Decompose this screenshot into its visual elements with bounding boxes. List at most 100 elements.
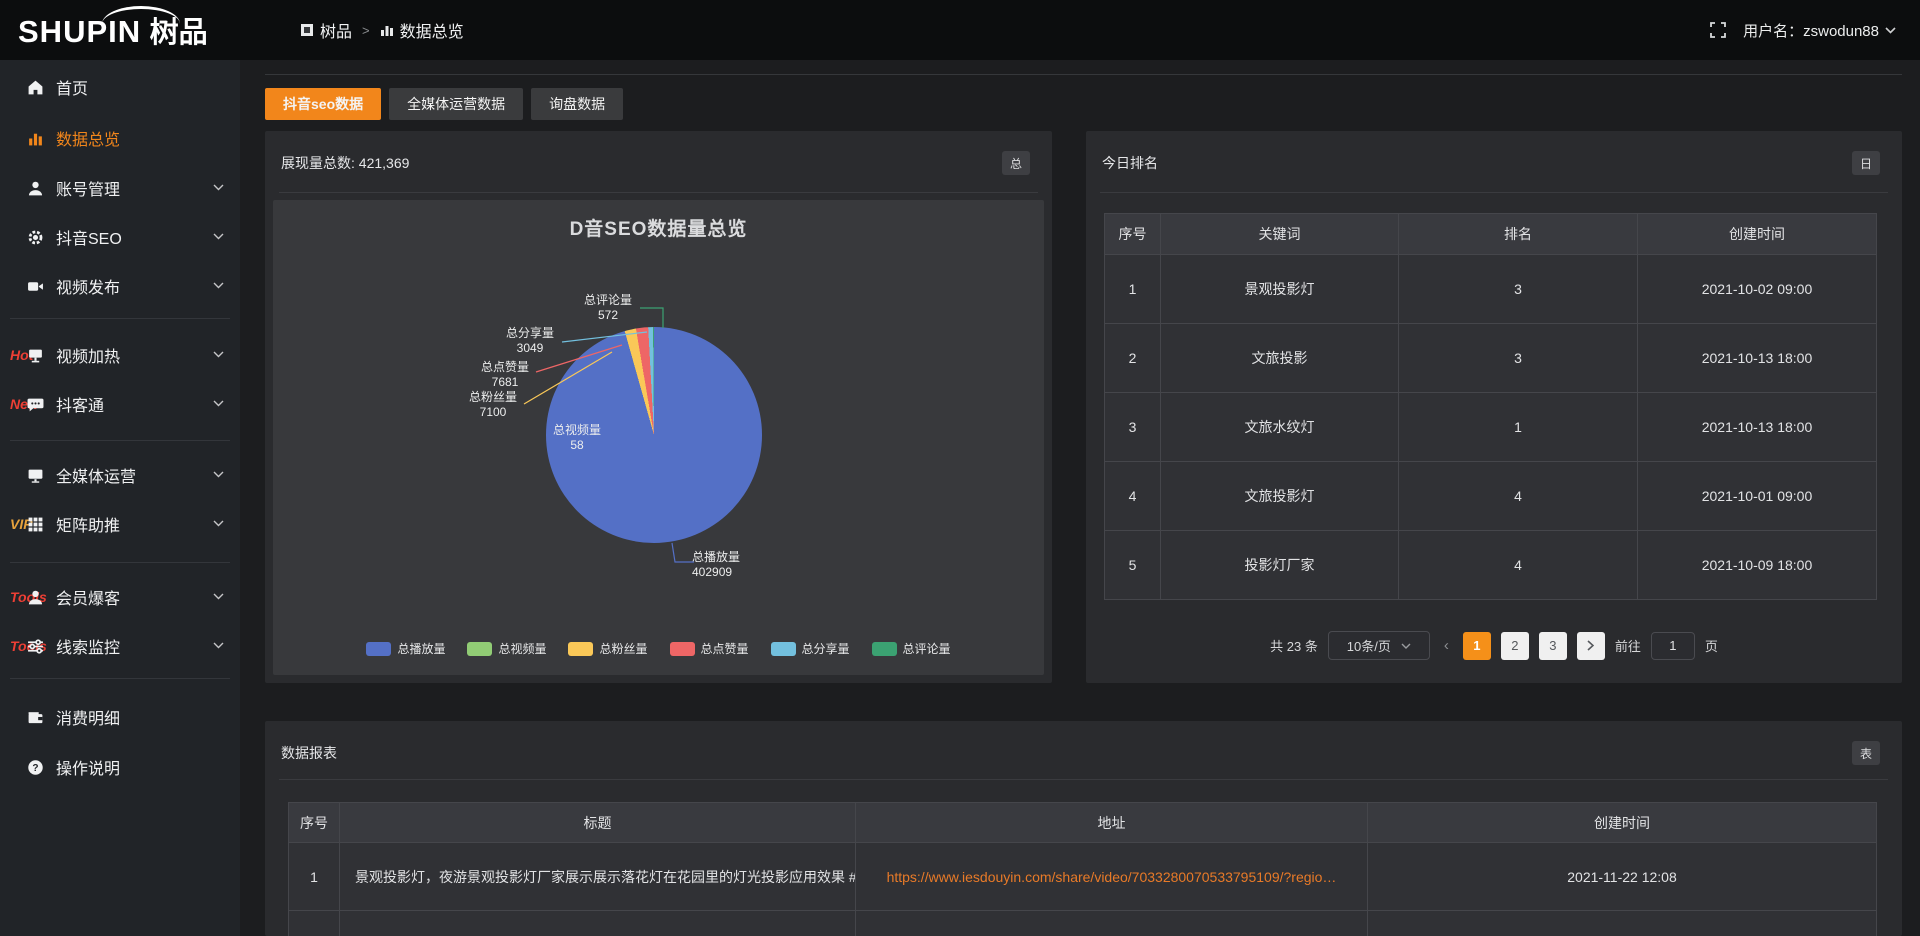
legend-item[interactable]: 总分享量	[771, 640, 850, 657]
tab-douyin-seo-data[interactable]: 抖音seo数据	[265, 88, 381, 120]
total-count: 共 23 条	[1270, 636, 1318, 655]
help-icon: ?	[26, 758, 44, 776]
sliders-icon	[26, 637, 44, 655]
sidebar-item-account[interactable]: 账号管理	[0, 168, 240, 208]
chart-legend: 总播放量 总视频量 总粉丝量 总点赞量 总分享量 总评论量	[273, 640, 1044, 657]
topbar-right: 用户名：zswodun88	[1709, 0, 1896, 60]
col-created: 创建时间	[1368, 803, 1877, 843]
table-row[interactable]: 2 文旅投影 3 2021-10-13 18:00	[1105, 324, 1877, 393]
report-table-header-row: 序号 标题 地址 创建时间	[289, 803, 1877, 843]
sidebar-item-all-media[interactable]: 全媒体运营	[0, 455, 240, 495]
prev-page-button[interactable]: ‹	[1440, 637, 1453, 654]
chevron-down-icon	[213, 351, 224, 358]
table-row[interactable]: 1 景观投影灯，夜游景观投影灯厂家展示展示落花灯在花园里的灯光投影应用效果 # …	[289, 843, 1877, 911]
svg-text:?: ?	[32, 763, 38, 774]
sidebar-divider	[10, 318, 230, 319]
sidebar-item-consumption[interactable]: 消费明细	[0, 697, 240, 737]
table-row[interactable]: 3 文旅水纹灯 1 2021-10-13 18:00	[1105, 393, 1877, 462]
pagination: 共 23 条 10条/页 ‹ 1 2 3 前往 页	[1086, 631, 1902, 660]
table-row[interactable]: 1 景观投影灯 3 2021-10-02 09:00	[1105, 255, 1877, 324]
goto-page-input[interactable]	[1651, 632, 1695, 660]
heat-icon	[26, 346, 44, 364]
fullscreen-icon[interactable]	[1709, 21, 1727, 39]
sidebar-item-douyin-seo[interactable]: 抖音SEO	[0, 217, 240, 257]
divider	[1100, 192, 1888, 193]
breadcrumb-item-current[interactable]: 数据总览	[380, 18, 464, 42]
page-button-1[interactable]: 1	[1463, 632, 1491, 660]
divider	[279, 192, 1038, 193]
divider	[279, 779, 1888, 780]
table-row[interactable]: 5 投影灯厂家 4 2021-10-09 18:00	[1105, 531, 1877, 600]
chevron-down-icon	[213, 471, 224, 478]
col-created: 创建时间	[1638, 214, 1877, 255]
rank-table-header-row: 序号 关键词 排名 创建时间	[1105, 214, 1877, 255]
rank-table: 序号 关键词 排名 创建时间 1 景观投影灯 3 2021-10-02 09:0…	[1104, 213, 1877, 600]
chevron-down-icon	[213, 520, 224, 527]
breadcrumb-item-home[interactable]: 树品	[300, 18, 352, 42]
legend-item[interactable]: 总播放量	[366, 640, 445, 657]
page-button-2[interactable]: 2	[1501, 632, 1529, 660]
col-keyword: 关键词	[1161, 214, 1399, 255]
page-unit-label: 页	[1705, 636, 1718, 655]
sidebar-item-home[interactable]: 首页	[0, 67, 240, 107]
sidebar-item-douketong[interactable]: 抖客通 New	[0, 384, 240, 424]
video-link[interactable]: https://www.iesdouyin.com/share/video/70…	[887, 869, 1337, 885]
member-icon	[26, 588, 44, 606]
chevron-down-icon	[1401, 643, 1411, 649]
data-tabs: 抖音seo数据 全媒体运营数据 询盘数据	[265, 88, 623, 120]
rank-card-header: 今日排名 日	[1086, 131, 1902, 191]
col-url: 地址	[856, 803, 1368, 843]
overview-card: 展现量总数: 421,369 总 D音SEO数据量总览 总评论量572 总分享量…	[265, 131, 1052, 683]
legend-swatch	[670, 642, 695, 656]
col-title: 标题	[340, 803, 856, 843]
monitor-icon	[26, 466, 44, 484]
sidebar-item-data-overview[interactable]: 数据总览	[0, 118, 240, 158]
report-card: 数据报表 表 序号 标题 地址 创建时间 1 景观投影灯，夜游景观投影灯厂家展示…	[265, 721, 1902, 936]
daily-view-button[interactable]: 日	[1852, 151, 1880, 175]
tab-inquiry-data[interactable]: 询盘数据	[531, 88, 623, 120]
table-row[interactable]: 4 文旅投影灯 4 2021-10-01 09:00	[1105, 462, 1877, 531]
pie-label-videos: 总视频量58	[542, 423, 612, 453]
legend-swatch	[771, 642, 796, 656]
user-icon	[26, 179, 44, 197]
table-view-button[interactable]: 表	[1852, 741, 1880, 765]
breadcrumb-separator: >	[362, 23, 370, 38]
sidebar-item-lead-monitor[interactable]: 线索监控 Tools	[0, 626, 240, 666]
legend-item[interactable]: 总粉丝量	[568, 640, 647, 657]
sidebar-item-video-heat[interactable]: 视频加热 Hot	[0, 335, 240, 375]
user-menu[interactable]: 用户名：zswodun88	[1743, 20, 1896, 41]
legend-swatch	[366, 642, 391, 656]
sidebar-item-video-publish[interactable]: 视频发布	[0, 266, 240, 306]
impressions-total: 展现量总数: 421,369	[281, 153, 409, 173]
col-index: 序号	[289, 803, 340, 843]
legend-swatch	[467, 642, 492, 656]
next-page-button[interactable]	[1577, 632, 1605, 660]
total-view-button[interactable]: 总	[1002, 151, 1030, 175]
tab-all-media-data[interactable]: 全媒体运营数据	[389, 88, 523, 120]
pie-label-plays: 总播放量402909	[692, 550, 772, 580]
overview-card-header: 展现量总数: 421,369 总	[265, 131, 1052, 191]
logo-arc	[102, 6, 180, 24]
goto-label: 前往	[1615, 636, 1641, 655]
sidebar-divider	[10, 440, 230, 441]
sidebar-item-matrix-boost[interactable]: 矩阵助推 VIP	[0, 504, 240, 544]
video-icon	[26, 277, 44, 295]
report-card-title: 数据报表	[281, 743, 337, 763]
chevron-down-icon	[213, 400, 224, 407]
pie-label-comments: 总评论量572	[573, 293, 643, 323]
sidebar-item-member-burst[interactable]: 会员爆客 Tools	[0, 577, 240, 617]
page-size-select[interactable]: 10条/页	[1328, 631, 1430, 660]
col-rank: 排名	[1399, 214, 1638, 255]
page-button-3[interactable]: 3	[1539, 632, 1567, 660]
sidebar-item-instructions[interactable]: ? 操作说明	[0, 747, 240, 787]
username-text: 用户名：zswodun88	[1743, 20, 1879, 41]
legend-item[interactable]: 总点赞量	[670, 640, 749, 657]
table-row-partial	[289, 911, 1877, 936]
sidebar-divider	[10, 562, 230, 563]
logo: SHUPIN 树品	[18, 10, 240, 54]
chevron-down-icon	[213, 642, 224, 649]
legend-item[interactable]: 总视频量	[467, 640, 546, 657]
pie-chart-panel: D音SEO数据量总览 总评论量572 总分享量3049 总点赞量7681 总粉丝…	[273, 200, 1044, 675]
topbar: SHUPIN 树品 树品 > 数据总览	[0, 0, 1920, 60]
legend-item[interactable]: 总评论量	[872, 640, 951, 657]
